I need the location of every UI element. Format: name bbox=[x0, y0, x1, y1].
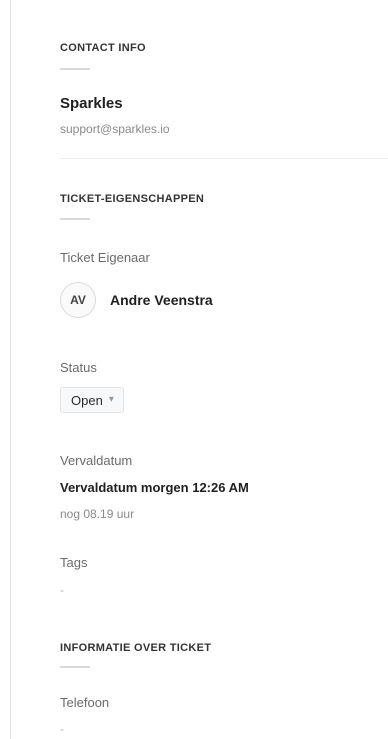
owner-avatar: AV bbox=[60, 282, 96, 318]
phone-label: Telefoon bbox=[60, 695, 110, 710]
tags-label: Tags bbox=[60, 555, 88, 570]
contact-email[interactable]: support@sparkles.io bbox=[60, 122, 170, 136]
status-value: Open bbox=[71, 392, 103, 408]
due-date-remaining: nog 08.19 uur bbox=[60, 507, 135, 521]
phone-value[interactable]: - bbox=[60, 722, 64, 736]
due-date-label: Vervaldatum bbox=[60, 453, 133, 468]
status-dropdown[interactable]: Open ▾ bbox=[60, 387, 124, 413]
ticket-info-underline bbox=[60, 666, 90, 668]
ticket-properties-heading: TICKET-EIGENSCHAPPEN bbox=[60, 193, 205, 205]
chevron-down-icon: ▾ bbox=[108, 394, 114, 405]
contact-name[interactable]: Sparkles bbox=[60, 95, 123, 112]
status-label: Status bbox=[60, 360, 97, 375]
section-divider bbox=[60, 158, 388, 159]
ticket-info-heading: INFORMATIE OVER TICKET bbox=[60, 642, 212, 654]
ticket-properties-underline bbox=[60, 218, 90, 220]
ticket-owner-label: Ticket Eigenaar bbox=[60, 250, 150, 265]
contact-info-underline bbox=[60, 68, 90, 70]
due-date-value[interactable]: Vervaldatum morgen 12:26 AM bbox=[60, 480, 249, 495]
ticket-owner-field[interactable]: AV Andre Veenstra bbox=[60, 282, 213, 318]
tags-value[interactable]: - bbox=[60, 583, 64, 597]
contact-info-heading: CONTACT INFO bbox=[60, 42, 146, 54]
ticket-side-panel: CONTACT INFO Sparkles support@sparkles.i… bbox=[11, 0, 388, 739]
owner-name: Andre Veenstra bbox=[110, 292, 213, 308]
